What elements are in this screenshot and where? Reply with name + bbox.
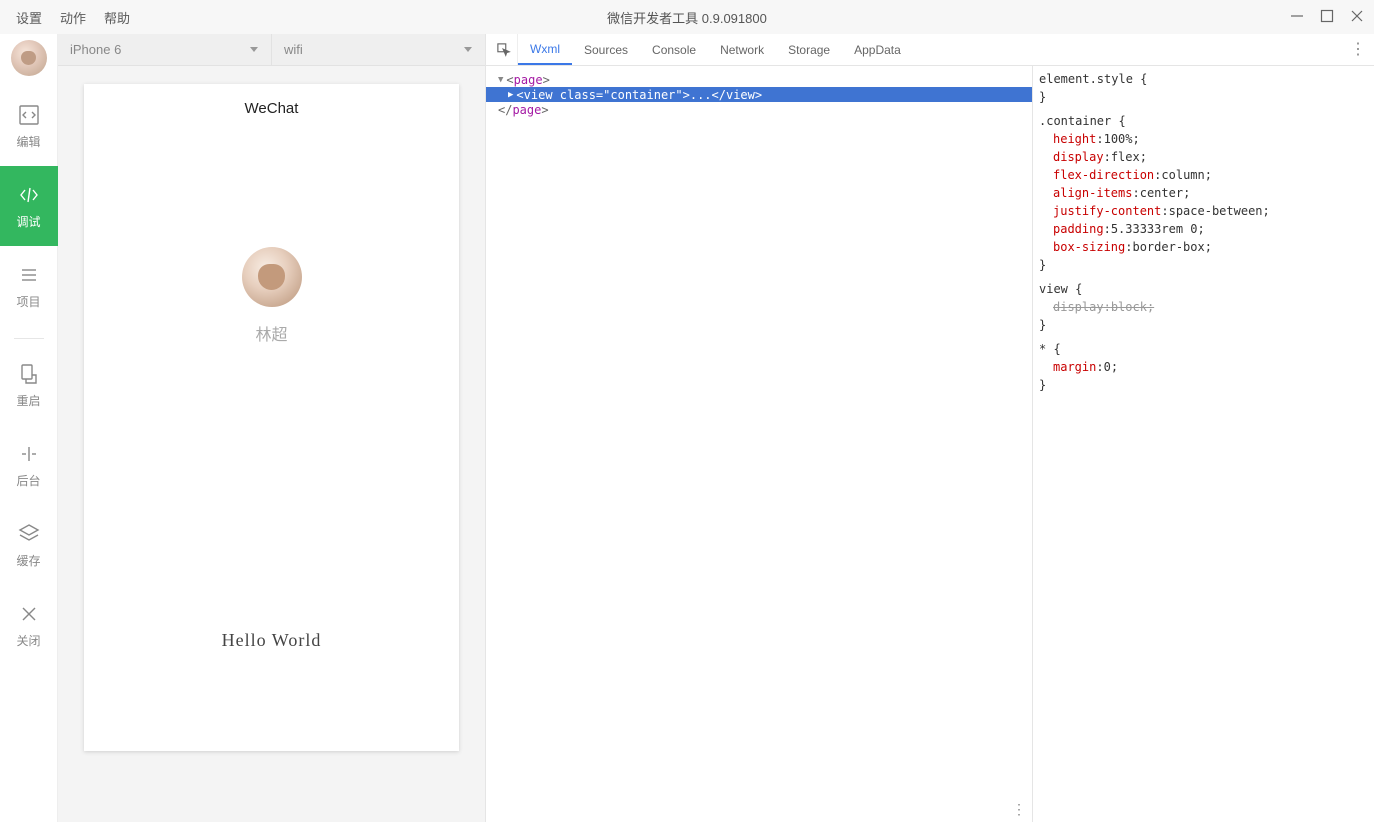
background-icon [17,442,41,466]
phone-title: WeChat [84,84,459,132]
devtools-tabs: Wxml Sources Console Network Storage App… [486,34,1374,66]
style-brace: } [1039,88,1368,106]
sidebar-item-label: 关闭 [16,632,40,649]
style-brace: } [1039,316,1368,334]
style-rule-view[interactable]: view { display:block; } [1039,280,1368,334]
style-brace: } [1039,376,1368,394]
sidebar-item-label: 重启 [16,392,40,409]
devtools-panel: Wxml Sources Console Network Storage App… [486,34,1374,822]
device-select[interactable]: iPhone 6 [58,34,272,66]
window-title: 微信开发者工具 0.9.091800 [607,8,767,27]
tab-sources[interactable]: Sources [572,34,640,65]
tab-console[interactable]: Console [640,34,708,65]
style-brace: } [1039,256,1368,274]
simulator-stage: WeChat 林超 Hello World [58,66,485,822]
style-rule-element[interactable]: element.style { } [1039,70,1368,106]
sidebar-item-restart[interactable]: 重启 [0,345,58,425]
tab-storage[interactable]: Storage [776,34,842,65]
sidebar-item-project[interactable]: 项目 [0,246,58,326]
minimize-icon[interactable] [1290,9,1304,26]
chevron-down-icon [463,42,473,57]
network-select-value: wifi [284,42,303,57]
menu-settings[interactable]: 设置 [16,8,42,27]
menu-actions[interactable]: 动作 [60,8,86,27]
style-selector: view { [1039,280,1368,298]
sidebar-item-label: 后台 [16,472,40,489]
sidebar-item-label: 项目 [16,293,40,310]
x-icon [17,602,41,626]
sidebar-item-label: 缓存 [16,552,40,569]
phone-username: 林超 [255,321,287,345]
window-controls [1290,9,1364,26]
list-icon [17,263,41,287]
debug-icon [17,183,41,207]
phone-frame: WeChat 林超 Hello World [84,84,459,751]
title-bar: 设置 动作 帮助 微信开发者工具 0.9.091800 [0,0,1374,34]
kebab-menu-icon[interactable]: ⋮ [1350,42,1366,58]
menu-help[interactable]: 帮助 [104,8,130,27]
layers-icon [17,522,41,546]
restart-icon [17,362,41,386]
style-rule-container[interactable]: .container { height:100%; display:flex; … [1039,112,1368,274]
kebab-menu-icon[interactable]: ⋮ [1012,802,1026,818]
network-select[interactable]: wifi [272,34,485,66]
sidebar-item-edit[interactable]: 编辑 [0,86,58,166]
sidebar-item-debug[interactable]: 调试 [0,166,58,246]
style-rule-star[interactable]: * { margin:0; } [1039,340,1368,394]
menu-bar: 设置 动作 帮助 [10,8,130,27]
close-icon[interactable] [1350,9,1364,26]
chevron-down-icon [249,42,259,57]
maximize-icon[interactable] [1320,9,1334,26]
style-selector: element.style { [1039,70,1368,88]
user-avatar[interactable] [11,40,47,76]
sidebar: 编辑 调试 项目 重启 后台 缓存 关闭 [0,34,58,822]
device-select-value: iPhone 6 [70,42,121,57]
phone-body: 林超 Hello World [84,132,459,751]
code-icon [17,103,41,127]
dom-page-open[interactable]: <page> [494,72,1032,87]
tab-network[interactable]: Network [708,34,776,65]
dom-page-close[interactable]: </page> [494,102,1032,117]
style-selector: .container { [1039,112,1368,130]
sidebar-item-close[interactable]: 关闭 [0,585,58,665]
sidebar-separator [14,338,44,339]
sidebar-item-background[interactable]: 后台 [0,425,58,505]
tab-wxml[interactable]: Wxml [518,34,572,65]
tab-appdata[interactable]: AppData [842,34,913,65]
dom-view-selected[interactable]: <view class="container">...</view> [486,87,1032,102]
element-picker-icon[interactable] [490,34,518,65]
simulator-toolbar: iPhone 6 wifi [58,34,485,66]
sidebar-item-label: 编辑 [16,133,40,150]
style-selector: * { [1039,340,1368,358]
phone-avatar [242,247,302,307]
simulator-panel: iPhone 6 wifi WeChat 林超 Hello World [58,34,486,822]
sidebar-item-label: 调试 [16,213,40,230]
dom-tree[interactable]: <page> <view class="container">...</view… [486,66,1032,822]
phone-message: Hello World [222,630,322,651]
phone-user-block: 林超 [242,247,302,345]
styles-panel[interactable]: element.style { } .container { height:10… [1032,66,1374,822]
sidebar-item-cache[interactable]: 缓存 [0,505,58,585]
